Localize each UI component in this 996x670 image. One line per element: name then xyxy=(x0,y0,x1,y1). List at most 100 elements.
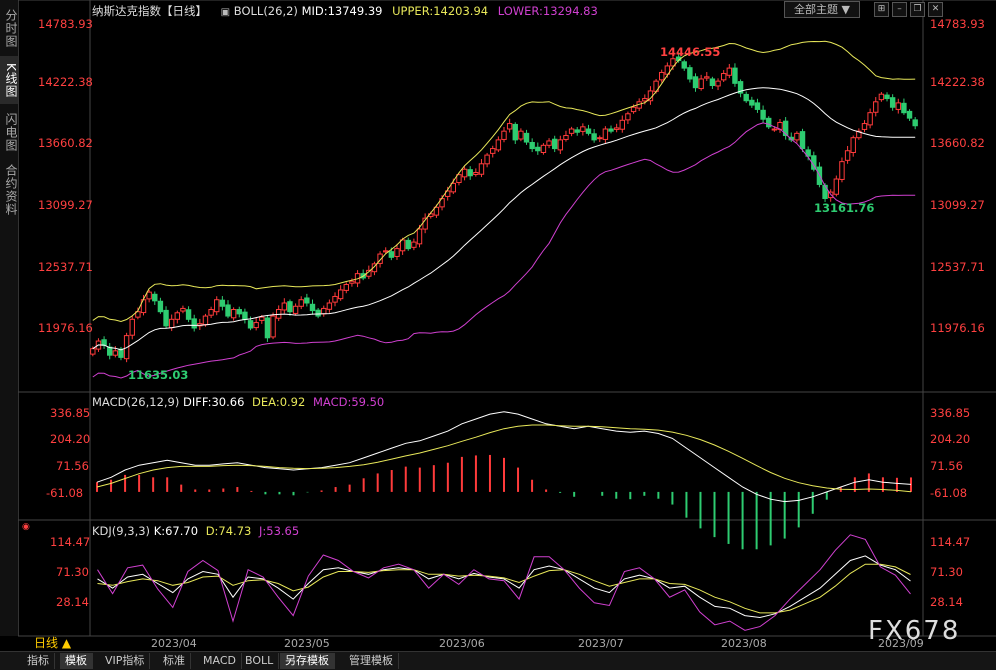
candle-body xyxy=(326,302,333,310)
time-label: 2023/04 xyxy=(151,637,197,650)
candle-body xyxy=(484,154,490,165)
candle-body xyxy=(704,76,710,79)
y-label-right-1: 14222.38 xyxy=(930,75,985,89)
macd-diff: DIFF:30.66 xyxy=(183,395,245,409)
candle-body xyxy=(473,172,479,175)
candle-body xyxy=(901,102,907,114)
kdj-j: J:53.65 xyxy=(259,524,300,538)
bottom-tab-boll[interactable]: BOLL xyxy=(240,653,280,669)
candle-body xyxy=(270,315,276,338)
candle-body xyxy=(760,109,766,120)
candle-body xyxy=(687,67,693,80)
candle-body xyxy=(591,133,597,141)
candle-body xyxy=(608,128,614,132)
candle-body xyxy=(202,315,209,326)
candle-body xyxy=(625,113,631,121)
candle-body xyxy=(467,169,473,177)
candle-body xyxy=(540,144,547,153)
tab-lightning[interactable]: 闪电图 xyxy=(0,108,18,156)
candle-body xyxy=(833,178,840,195)
candle-body xyxy=(557,139,564,151)
macd-value: MACD:59.50 xyxy=(312,395,385,409)
time-label: 2023/08 xyxy=(721,637,767,650)
candle-body xyxy=(861,123,868,130)
tab-timeshare[interactable]: 分时图 xyxy=(0,4,18,52)
candle-body xyxy=(399,239,406,252)
candle-body xyxy=(506,123,513,130)
time-axis: 2023/04 2023/05 2023/06 2023/07 2023/08 … xyxy=(88,636,924,651)
candle-body xyxy=(405,239,411,250)
boll-lower: LOWER:13294.83 xyxy=(497,4,598,18)
bottom-tab-indicator[interactable]: 指标 xyxy=(22,653,55,669)
theme-dropdown-label: 全部主题 xyxy=(794,3,839,16)
bottom-tab-template[interactable]: 模板 xyxy=(60,653,93,669)
kdj-j-line xyxy=(97,534,911,631)
kdj-name: KDJ(9,3,3) xyxy=(92,524,151,538)
kdj-y-left-1: 71.30 xyxy=(56,565,89,579)
bottom-tab-macd[interactable]: MACD xyxy=(198,653,242,669)
candle-body xyxy=(304,297,310,304)
candle-body xyxy=(732,67,738,84)
kdj-y-right-0: 114.47 xyxy=(930,535,971,549)
candle-body xyxy=(292,305,299,314)
y-label-right-3: 13099.27 xyxy=(930,198,985,212)
candle-body xyxy=(568,128,575,134)
macd-y-right-3: -61.08 xyxy=(930,486,968,500)
y-label-left-3: 13099.27 xyxy=(38,198,93,212)
chart-title: 纳斯达克指数【日线】 xyxy=(92,4,207,18)
close-icon[interactable]: ✕ xyxy=(928,2,943,17)
macd-y-right-0: 336.85 xyxy=(930,406,971,420)
candle-body xyxy=(659,71,665,81)
candle-body xyxy=(715,80,721,87)
candle-body xyxy=(754,102,761,110)
candle-body xyxy=(895,102,901,110)
y-label-right-0: 14783.93 xyxy=(930,17,985,31)
candle-body xyxy=(512,123,518,141)
candle-body xyxy=(574,129,580,133)
theme-dropdown[interactable]: 全部主题 ▼ xyxy=(784,1,860,18)
tab-kline[interactable]: K线图 xyxy=(0,56,18,104)
kdj-y-right-1: 71.30 xyxy=(930,565,963,579)
bottom-tab-manage-template[interactable]: 管理模板 xyxy=(344,653,399,669)
candle-body xyxy=(337,289,344,300)
candle-body xyxy=(180,307,186,312)
candle-body xyxy=(873,101,879,113)
tab-contract-info[interactable]: 合约资料 xyxy=(0,160,18,220)
candle-body xyxy=(597,137,603,140)
minus-icon[interactable]: – xyxy=(892,2,907,17)
left-tab-bar: 分时图 K线图 闪电图 合约资料 xyxy=(0,0,19,636)
bottom-tab-standard[interactable]: 标准 xyxy=(158,653,191,669)
candle-body xyxy=(743,93,749,102)
grid-icon[interactable]: ⊞ xyxy=(874,2,889,17)
candle-body xyxy=(168,318,175,329)
bottom-tab-save-template[interactable]: 另存模板 xyxy=(280,653,335,669)
candle-body xyxy=(112,350,119,356)
candle-body xyxy=(692,76,699,89)
candle-body xyxy=(281,302,288,311)
settings-dot-icon[interactable]: ◉ xyxy=(22,522,32,532)
annotation-high: 14446.55 xyxy=(660,45,721,59)
boll-label: BOLL(26,2) xyxy=(233,4,298,18)
bottom-tab-vip[interactable]: VIP指标 xyxy=(100,653,151,669)
candle-body xyxy=(749,99,755,106)
candle-body xyxy=(518,130,524,140)
y-label-left-2: 13660.82 xyxy=(38,136,93,150)
macd-y-left-1: 204.20 xyxy=(50,432,91,446)
candle-body xyxy=(619,119,625,130)
restore-icon[interactable]: ❐ xyxy=(910,2,925,17)
candle-body xyxy=(523,132,530,143)
candle-body xyxy=(157,300,164,313)
candle-body xyxy=(839,161,845,180)
candle-body xyxy=(264,317,271,339)
candle-body xyxy=(129,318,135,336)
candle-body xyxy=(309,303,316,312)
candle-body xyxy=(613,127,620,130)
chart-canvas[interactable] xyxy=(18,0,996,651)
kdj-header: KDJ(9,3,3) K:67.70 D:74.73 J:53.65 xyxy=(92,524,299,538)
macd-y-left-0: 336.85 xyxy=(50,406,91,420)
candle-body xyxy=(236,309,242,315)
candle-body xyxy=(602,128,609,140)
macd-y-right-1: 204.20 xyxy=(930,432,971,446)
candle-body xyxy=(332,295,338,303)
candle-body xyxy=(219,299,226,307)
